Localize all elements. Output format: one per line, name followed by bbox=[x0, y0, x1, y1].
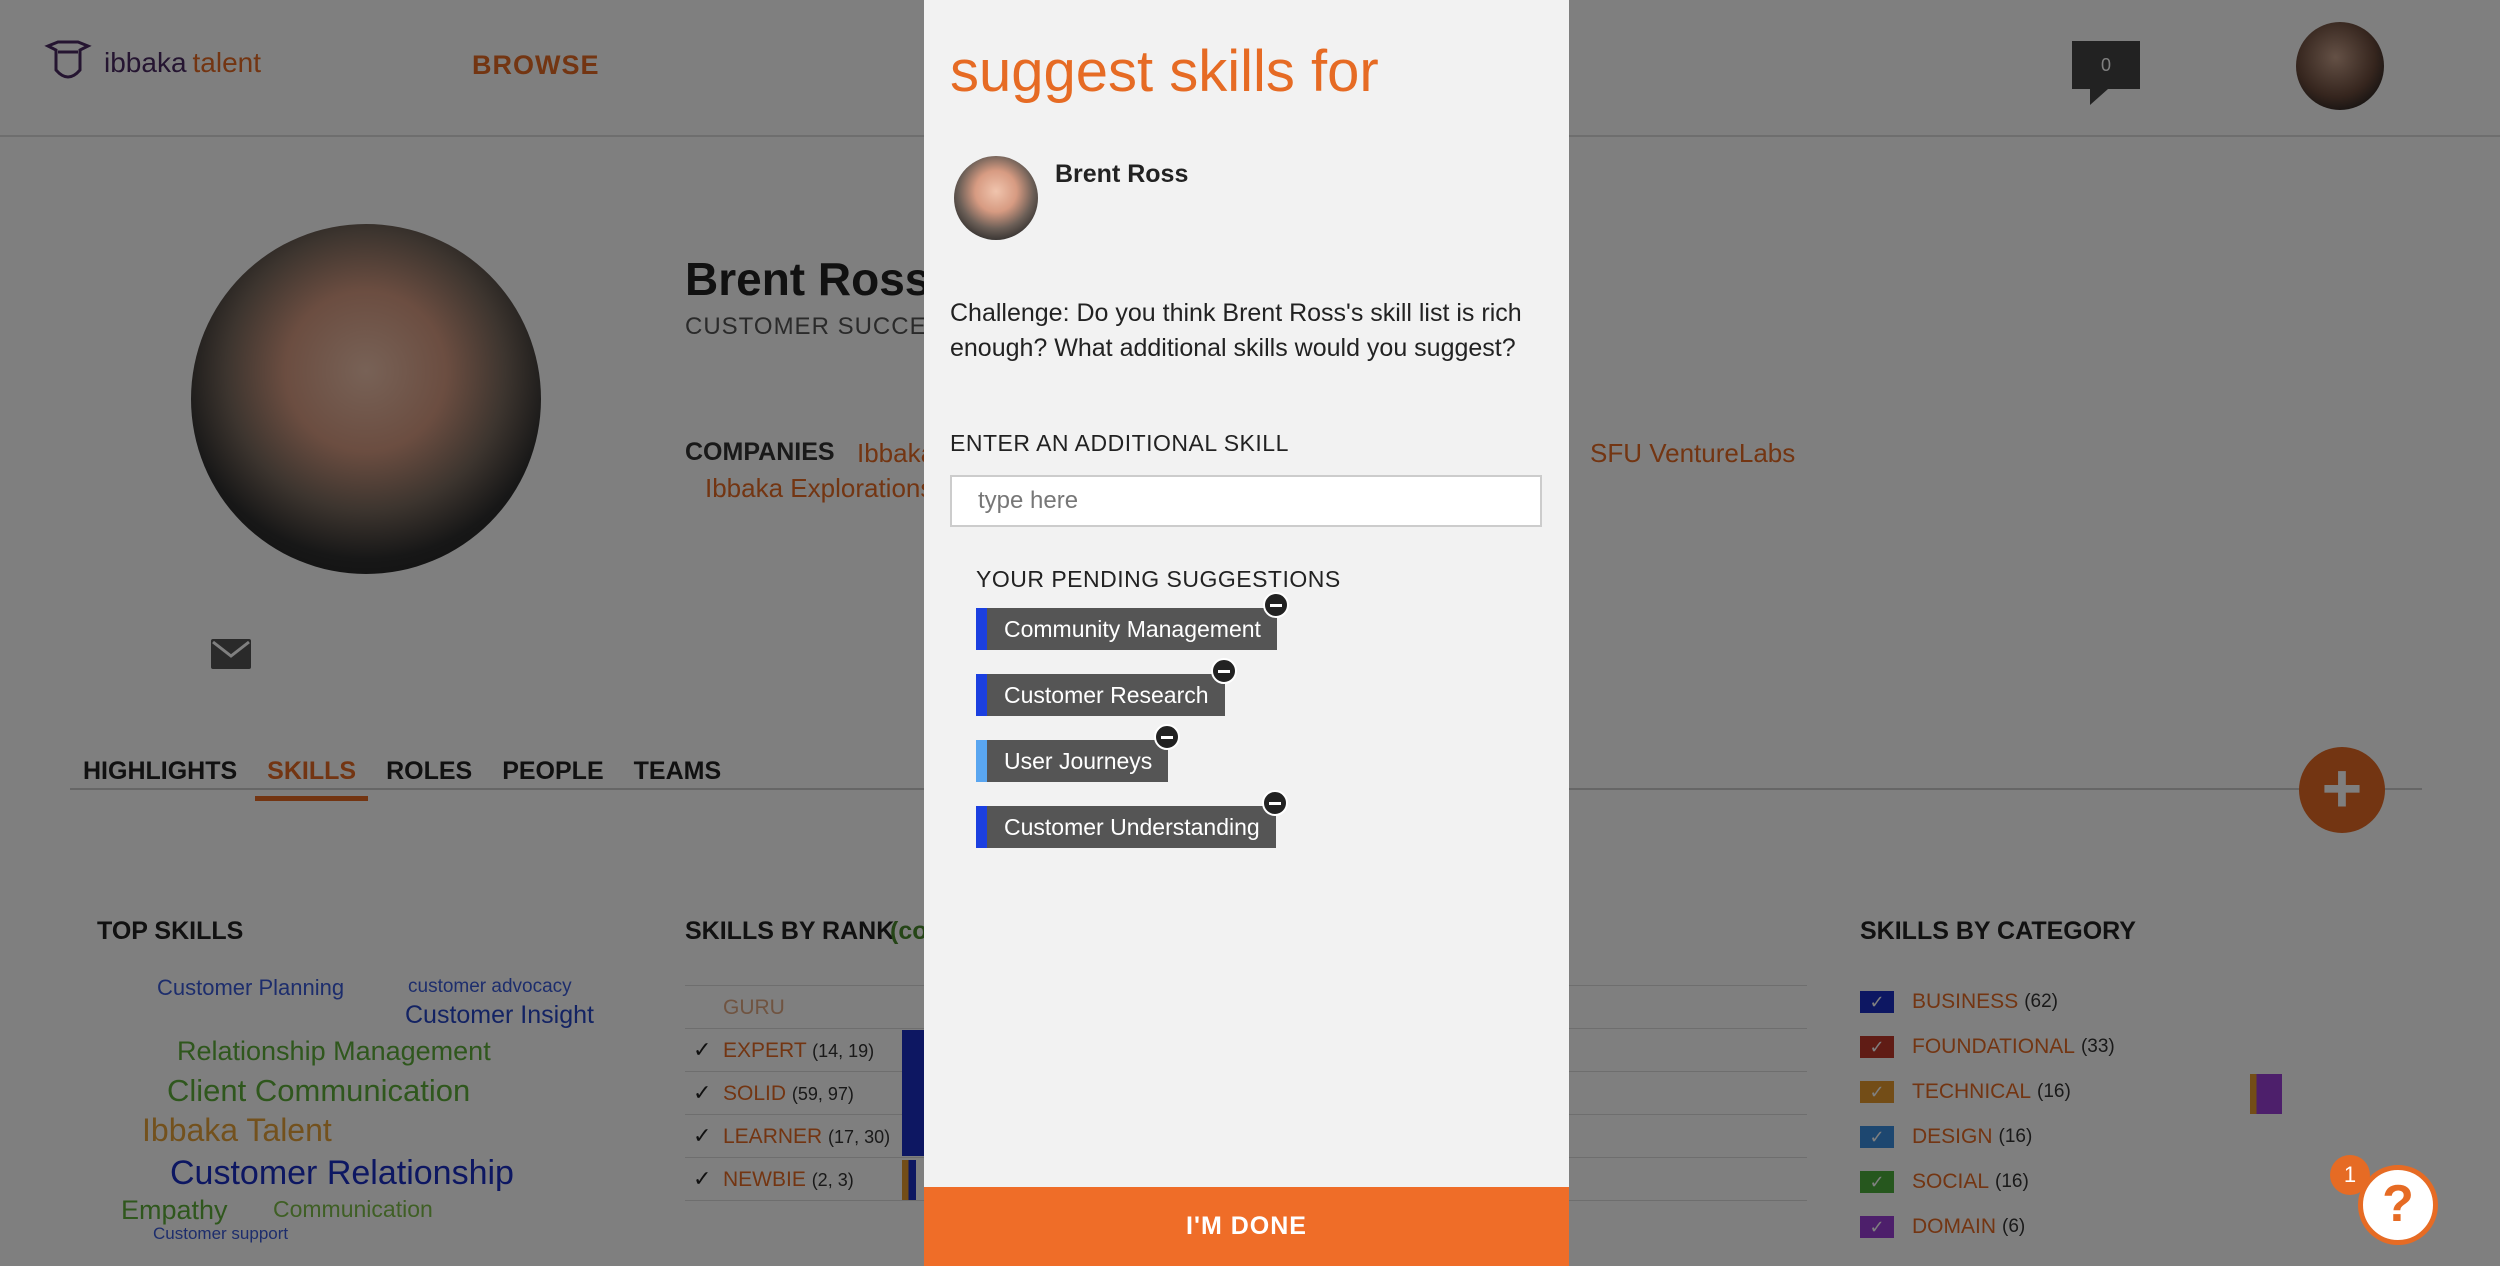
chip-label: User Journeys bbox=[1004, 747, 1153, 774]
suggestion-chip[interactable]: Customer Understanding bbox=[976, 790, 1288, 848]
remove-icon[interactable] bbox=[1154, 724, 1181, 750]
suggestion-chip[interactable]: User Journeys bbox=[976, 724, 1181, 782]
skill-input-label: ENTER AN ADDITIONAL SKILL bbox=[950, 430, 1289, 456]
remove-icon[interactable] bbox=[1262, 592, 1289, 618]
modal-title: suggest skills for bbox=[950, 39, 1379, 104]
challenge-text: Challenge: Do you think Brent Ross's ski… bbox=[950, 299, 1522, 362]
done-button[interactable]: I'M DONE bbox=[924, 1187, 1569, 1266]
suggest-skills-modal: suggest skills for Brent Ross Challenge:… bbox=[924, 0, 1569, 1266]
chip-color-bar bbox=[976, 806, 987, 848]
person-avatar bbox=[954, 156, 1038, 240]
person-name: Brent Ross bbox=[1055, 160, 1189, 188]
chip-color-bar bbox=[976, 674, 987, 716]
remove-icon[interactable] bbox=[1210, 658, 1237, 684]
help-icon[interactable]: ? bbox=[2358, 1165, 2438, 1245]
pending-suggestions-label: YOUR PENDING SUGGESTIONS bbox=[976, 566, 1341, 592]
chip-label: Customer Understanding bbox=[1004, 813, 1260, 840]
chip-color-bar bbox=[976, 740, 987, 782]
suggestion-chip[interactable]: Customer Research bbox=[976, 658, 1237, 716]
help-badge: 1 bbox=[2330, 1155, 2370, 1195]
chip-label: Community Management bbox=[1004, 615, 1261, 642]
chip-color-bar bbox=[976, 608, 987, 650]
remove-icon[interactable] bbox=[1261, 790, 1288, 816]
skill-input[interactable] bbox=[950, 475, 1542, 527]
chip-label: Customer Research bbox=[1004, 681, 1209, 708]
suggestion-chip[interactable]: Community Management bbox=[976, 592, 1289, 650]
